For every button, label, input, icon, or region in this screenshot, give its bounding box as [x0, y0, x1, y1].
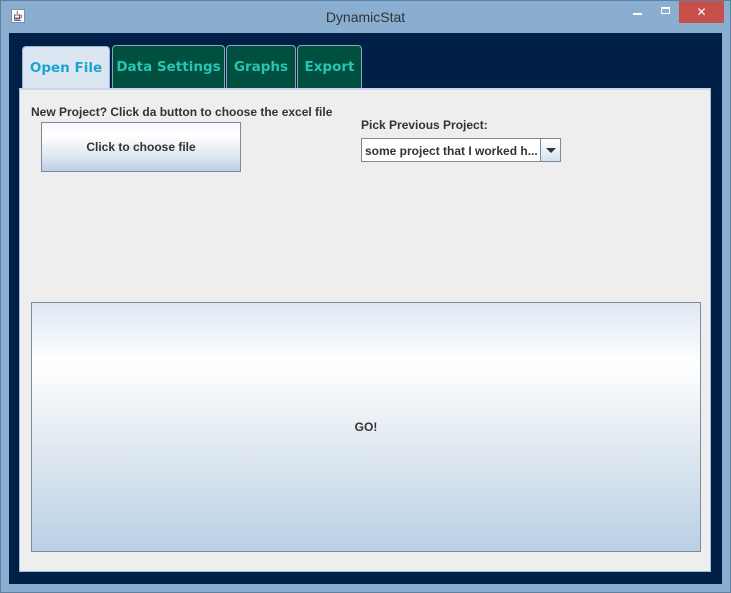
previous-project-dropdown[interactable]: some project that I worked h...	[361, 138, 561, 162]
tab-graphs[interactable]: Graphs	[226, 45, 296, 88]
dropdown-arrow-icon	[546, 148, 556, 153]
minimize-icon	[633, 13, 642, 15]
pick-previous-project-label: Pick Previous Project:	[361, 118, 488, 132]
tab-data-settings[interactable]: Data Settings	[112, 45, 225, 88]
open-file-panel: New Project? Click da button to choose t…	[19, 88, 711, 572]
close-icon: ✕	[696, 5, 707, 19]
maximize-icon	[661, 7, 670, 14]
close-button[interactable]: ✕	[679, 1, 724, 23]
maximize-button[interactable]	[653, 1, 679, 23]
dropdown-arrow-button[interactable]	[540, 139, 560, 161]
client-area: Open File Data Settings Graphs Export Ne…	[9, 33, 722, 584]
go-button[interactable]: GO!	[31, 302, 701, 552]
tab-export[interactable]: Export	[297, 45, 362, 88]
new-project-label: New Project? Click da button to choose t…	[31, 105, 333, 119]
tab-open-file[interactable]: Open File	[22, 46, 110, 88]
title-bar[interactable]: DynamicStat ✕	[1, 1, 730, 33]
app-window: DynamicStat ✕ Open File Data Settings Gr…	[0, 0, 731, 593]
minimize-button[interactable]	[624, 1, 650, 23]
previous-project-selected: some project that I worked h...	[365, 144, 538, 158]
window-title: DynamicStat	[325, 9, 406, 25]
choose-file-button[interactable]: Click to choose file	[41, 122, 241, 172]
